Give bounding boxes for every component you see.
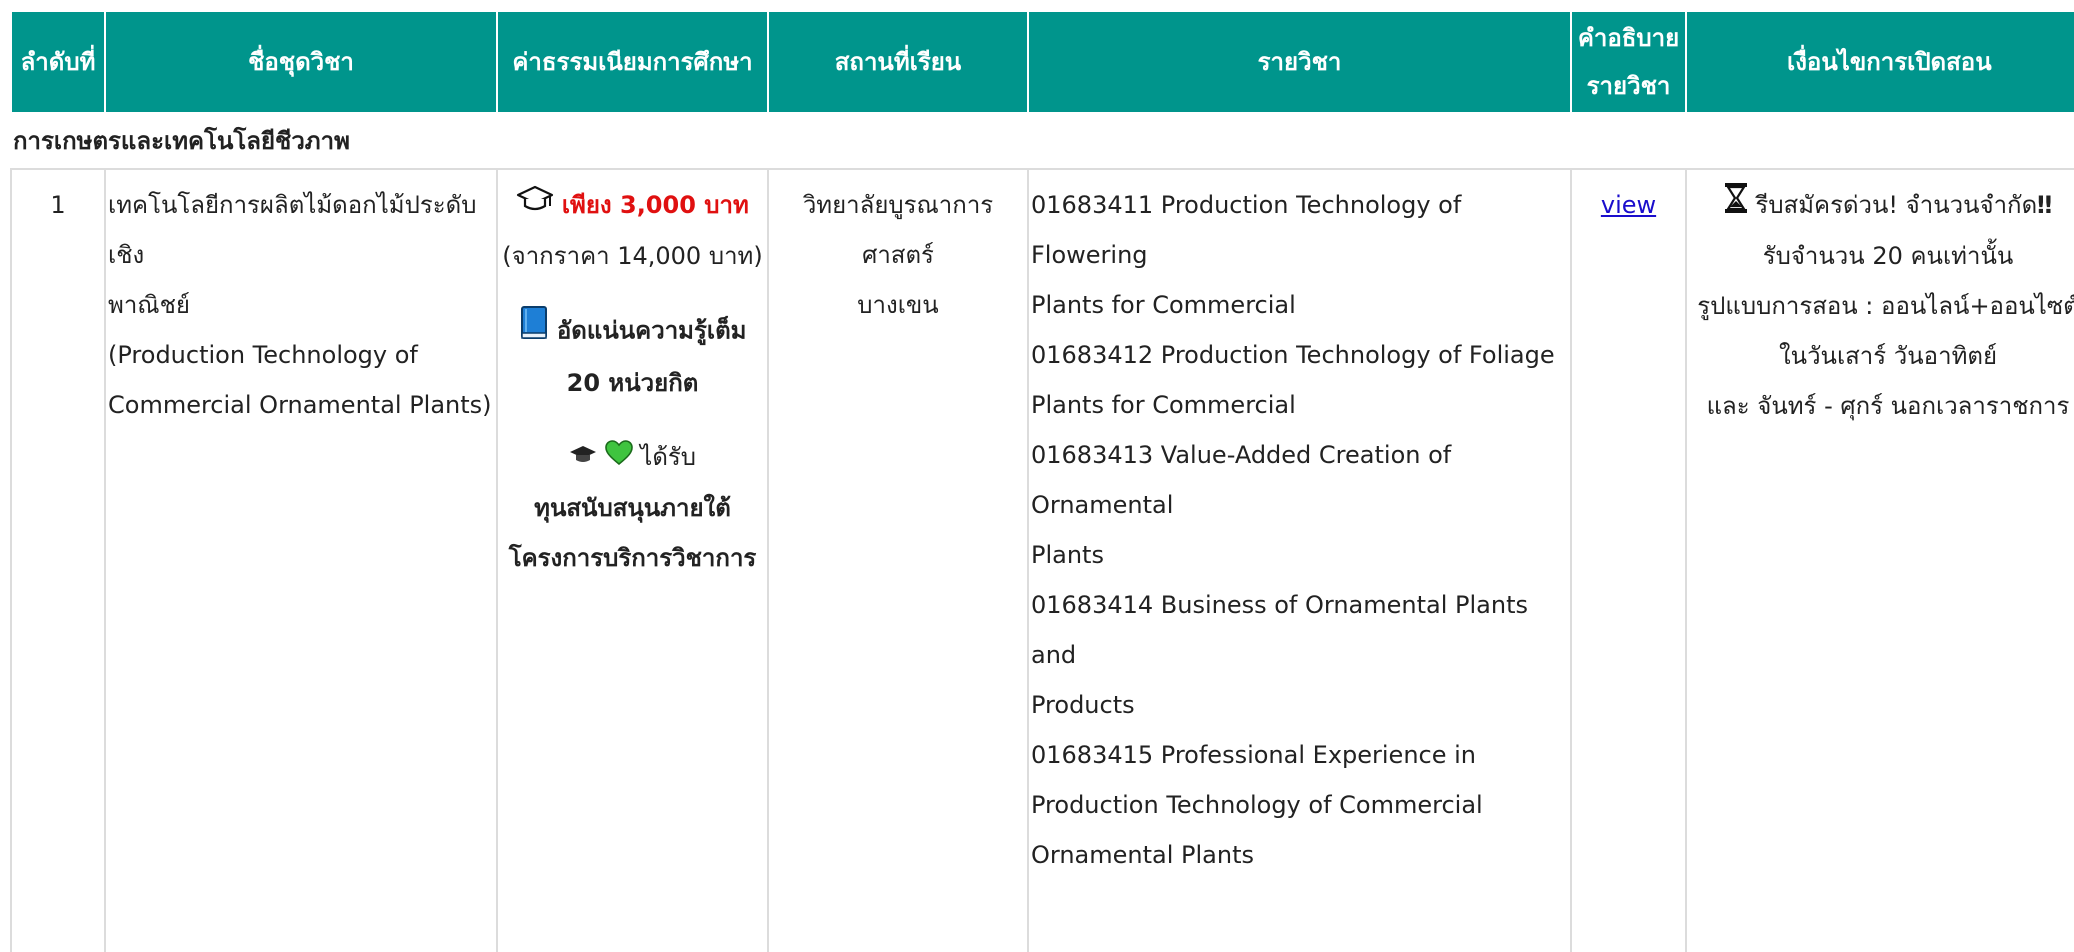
header-conditions: เงื่อนไขการเปิดสอน (1685, 10, 2074, 114)
fee-credits-line: อัดแน่นความรู้เต็ม (500, 305, 765, 358)
condition-line-5: และ จันทร์ - ศุกร์ นอกเวลาราชการ (1706, 392, 2070, 420)
fee-price-line: เพียง 3,000 บาท (500, 180, 765, 231)
mortarboard-icon (569, 433, 597, 483)
double-exclamation-icon: ‼ (2037, 191, 2053, 219)
cell-fee: เพียง 3,000 บาท (จากราคา 14,000 บาท) อัด… (496, 168, 769, 952)
condition-line-2: รับจำนวน 20 คนเท่านั้น (1762, 242, 2014, 270)
header-row: ลำดับที่ ชื่อชุดวิชา ค่าธรรมเนียมการศึกษ… (10, 10, 2074, 114)
header-description-line2: รายวิชา (1586, 72, 1671, 100)
course-name-en-1: (Production Technology of (108, 341, 418, 369)
subject-line: 01683415 Professional Experience in (1031, 741, 1476, 769)
course-name-th-1: เทคโนโลยีการผลิตไม้ดอกไม้ประดับเชิง (108, 191, 477, 269)
cell-no: 1 (10, 168, 106, 952)
course-table-container: ลำดับที่ ชื่อชุดวิชา ค่าธรรมเนียมการศึกษ… (10, 10, 2074, 952)
fee-credits-1: อัดแน่นความรู้เต็ม (556, 316, 747, 345)
hourglass-icon (1724, 181, 1748, 231)
subject-line: 01683413 Value-Added Creation of Ornamen… (1031, 441, 1452, 519)
subject-line: Production Technology of Commercial (1031, 791, 1483, 819)
subject-line: 01683412 Production Technology of Foliag… (1031, 341, 1555, 369)
fee-scholarship-1: ได้รับ (640, 443, 697, 471)
location-line-2: บางเขน (857, 291, 939, 319)
cell-conditions: รีบสมัครด่วน! จำนวนจำกัด‼ รับจำนวน 20 คน… (1685, 168, 2074, 952)
cell-location: วิทยาลัยบูรณาการศาสตร์ บางเขน (767, 168, 1029, 952)
header-subjects: รายวิชา (1027, 10, 1572, 114)
cell-course-set: เทคโนโลยีการผลิตไม้ดอกไม้ประดับเชิง พาณิ… (104, 168, 498, 952)
fee-original: (จากราคา 14,000 บาท) (502, 242, 763, 270)
group-title: การเกษตรและเทคโนโลยีชีวภาพ (11, 112, 2074, 170)
subject-line: Plants for Commercial (1031, 291, 1296, 319)
blue-book-icon (519, 305, 549, 358)
course-name-th-2: พาณิชย์ (108, 291, 190, 319)
subject-line: 01683414 Business of Ornamental Plants a… (1031, 591, 1529, 669)
group-row: การเกษตรและเทคโนโลยีชีวภาพ (11, 112, 2074, 170)
header-fee: ค่าธรรมเนียมการศึกษา (496, 10, 769, 114)
condition-text-1: รีบสมัครด่วน! จำนวนจำกัด (1755, 191, 2038, 219)
subject-line: Plants (1031, 541, 1104, 569)
green-heart-icon (604, 433, 633, 483)
fee-scholarship-3: โครงการบริการวิชาการ (508, 544, 757, 572)
fee-scholarship-line: ได้รับ (500, 432, 765, 483)
graduation-cap-icon (516, 181, 554, 231)
location-line-1: วิทยาลัยบูรณาการศาสตร์ (802, 191, 994, 269)
table-row: 1 เทคโนโลยีการผลิตไม้ดอกไม้ประดับเชิง พา… (10, 168, 2074, 952)
subject-line: Products (1031, 691, 1135, 719)
cell-subjects: 01683411 Production Technology of Flower… (1027, 168, 1572, 952)
subject-line: Plants for Commercial (1031, 391, 1296, 419)
fee-price: เพียง 3,000 บาท (561, 191, 749, 219)
view-link[interactable]: view (1601, 191, 1656, 219)
header-location: สถานที่เรียน (767, 10, 1029, 114)
condition-line-4: ในวันเสาร์ วันอาทิตย์ (1778, 342, 1998, 370)
course-name-en-2: Commercial Ornamental Plants) (108, 391, 492, 419)
conditions-block: รีบสมัครด่วน! จำนวนจำกัด‼ รับจำนวน 20 คน… (1693, 180, 2074, 431)
cell-description: view (1570, 168, 1687, 952)
header-description: คำอธิบาย รายวิชา (1570, 10, 1687, 114)
header-description-line1: คำอธิบาย (1577, 24, 1680, 52)
header-no: ลำดับที่ (10, 10, 106, 114)
subject-line: Ornamental Plants (1031, 841, 1254, 869)
header-course-set: ชื่อชุดวิชา (104, 10, 498, 114)
fee-scholarship-2: ทุนสนับสนุนภายใต้ (534, 494, 731, 522)
condition-line-1: รีบสมัครด่วน! จำนวนจำกัด‼ (1693, 180, 2074, 231)
subject-line: 01683411 Production Technology of Flower… (1031, 191, 1462, 269)
course-table: ลำดับที่ ชื่อชุดวิชา ค่าธรรมเนียมการศึกษ… (10, 10, 2074, 952)
fee-credits-2: 20 หน่วยกิต (566, 369, 699, 397)
condition-line-3: รูปแบบการสอน : ออนไลน์+ออนไซต์ (1697, 292, 2074, 320)
